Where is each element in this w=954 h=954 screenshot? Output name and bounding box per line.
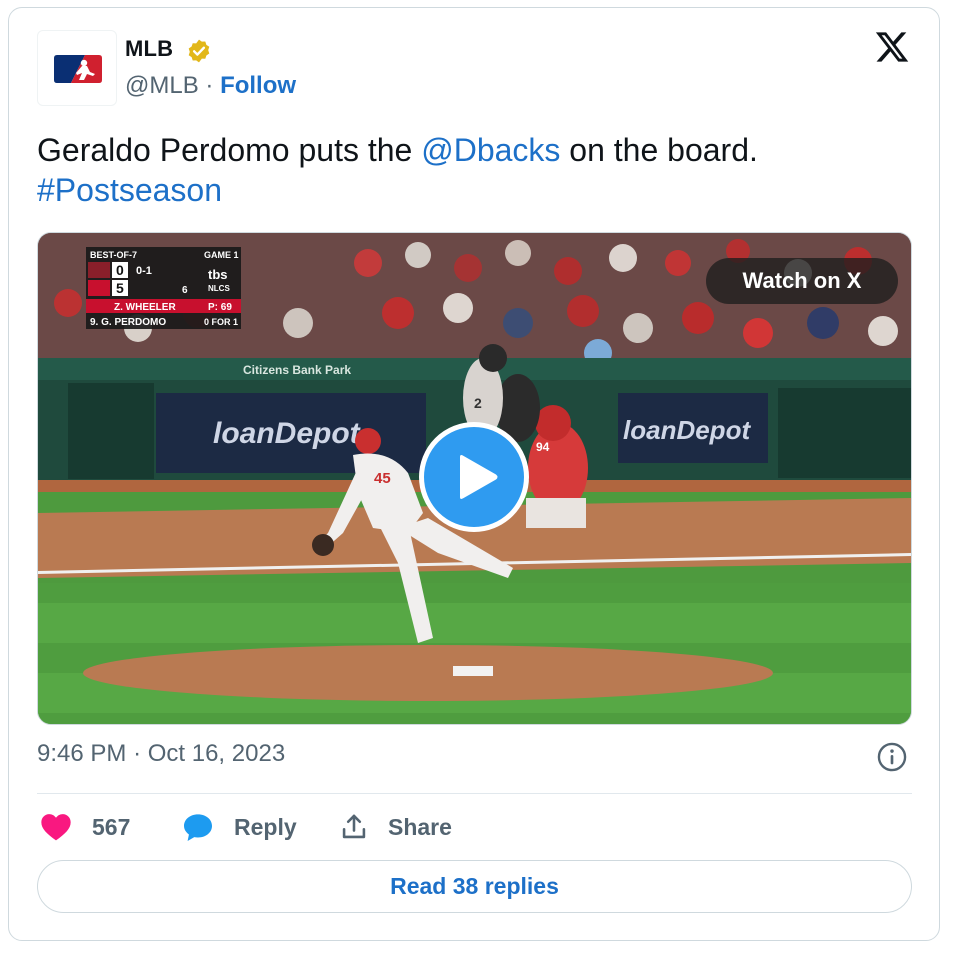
follow-link[interactable]: Follow: [220, 72, 296, 99]
scorebug-pitcher: Z. WHEELER: [114, 302, 176, 313]
share-button[interactable]: Share: [340, 808, 452, 846]
scorebug-count: 0-1: [136, 265, 152, 277]
display-name[interactable]: MLB: [125, 36, 173, 62]
tweet-text-before: Geraldo Perdomo puts the: [37, 132, 422, 168]
scorebug-home-score: 5: [116, 280, 124, 296]
tweet-text: Geraldo Perdomo puts the @Dbacks on the …: [37, 130, 897, 210]
like-button[interactable]: 567: [40, 808, 130, 846]
timestamp-date: Oct 16, 2023: [147, 740, 286, 767]
pitcher-number: 45: [374, 470, 391, 487]
verified-badge-icon: [188, 39, 210, 63]
avatar[interactable]: [37, 30, 117, 106]
timestamp-time: 9:46 PM: [37, 740, 127, 767]
scorebug-round: NLCS: [208, 284, 230, 293]
video-player[interactable]: Citizens Bank Park loanDepot loanDepot 9…: [37, 232, 912, 725]
mlb-logo-icon: [51, 54, 105, 84]
x-logo-icon[interactable]: [873, 29, 911, 65]
heart-icon: [41, 814, 71, 841]
info-icon[interactable]: [876, 741, 908, 773]
scorebug-game: GAME 1: [204, 250, 239, 260]
reply-button[interactable]: Reply: [182, 808, 297, 846]
share-label: Share: [388, 813, 452, 840]
scorebug-batter: 9. G. PERDOMO: [90, 317, 166, 328]
timestamp[interactable]: 9:46 PM · Oct 16, 2023: [37, 740, 285, 768]
sponsor-sign-right: loanDepot: [623, 415, 751, 445]
scorebug-pitch-count: P: 69: [208, 302, 232, 313]
reply-icon: [184, 814, 212, 841]
handle[interactable]: @MLB: [125, 72, 199, 99]
divider: [37, 793, 912, 794]
scorebug-batter-stat: 0 FOR 1: [204, 317, 238, 327]
hashtag-link[interactable]: #Postseason: [37, 172, 222, 208]
batter-number: 2: [474, 395, 482, 411]
timestamp-separator: ·: [133, 740, 142, 767]
scorebug-network: tbs: [208, 267, 228, 282]
mention-link[interactable]: @Dbacks: [421, 132, 560, 168]
read-replies-button[interactable]: Read 38 replies: [37, 860, 912, 913]
tweet-text-after: on the board.: [560, 132, 758, 168]
play-icon: [460, 455, 498, 499]
stadium-sign: Citizens Bank Park: [243, 363, 351, 377]
watch-on-x-button[interactable]: Watch on X: [706, 258, 898, 304]
handle-separator: ·: [205, 72, 214, 99]
scorebug-inning: 6: [182, 285, 188, 296]
handle-line: @MLB · Follow: [125, 72, 296, 100]
reply-label: Reply: [234, 813, 297, 840]
like-count: 567: [92, 813, 131, 840]
catcher-number: 94: [536, 440, 550, 454]
scorebug-away-score: 0: [116, 262, 124, 278]
play-button[interactable]: [419, 422, 529, 532]
sponsor-sign-left: loanDepot: [213, 417, 362, 450]
scorebug: BEST-OF-7 GAME 1 0 0-1 5 6 tbs NLCS Z. W…: [86, 247, 241, 329]
scorebug-series: BEST-OF-7: [90, 250, 137, 260]
share-icon: [342, 814, 366, 839]
